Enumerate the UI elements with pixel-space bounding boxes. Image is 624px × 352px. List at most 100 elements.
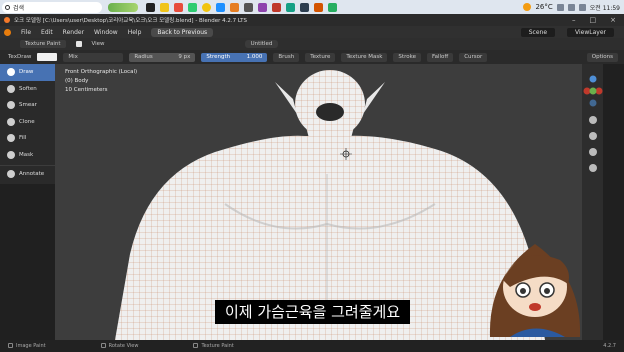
view-menu[interactable]: View — [92, 41, 105, 47]
network-icon[interactable] — [556, 3, 564, 11]
brush-name[interactable]: TexDraw — [8, 54, 31, 60]
radius-value: 9 px — [178, 54, 191, 60]
status-rotate-view: Rotate View — [100, 343, 138, 349]
falloff-dropdown[interactable]: Falloff — [426, 52, 454, 62]
viewport-header: Texture Paint View Untitled — [0, 38, 624, 50]
options-dropdown[interactable]: Options — [586, 52, 618, 62]
menu-file[interactable]: File — [21, 29, 31, 36]
texture-mask-dropdown[interactable]: Texture Mask — [341, 52, 388, 62]
radius-label: Radius — [134, 54, 153, 60]
blender-menubar: File Edit Render Window Help Back to Pre… — [0, 26, 624, 38]
tool-settings-bar: TexDraw Mix Radius 9 px Strength 1.000 B… — [0, 50, 624, 64]
menu-help[interactable]: Help — [128, 29, 142, 36]
app-icon[interactable] — [202, 2, 211, 12]
menu-render[interactable]: Render — [63, 29, 84, 36]
mouse-icon — [100, 343, 106, 348]
blender-version: 4.2.7 — [603, 343, 616, 349]
object-name: (0) Body — [65, 78, 89, 84]
volume-icon[interactable] — [567, 3, 575, 11]
strength-label: Strength — [206, 54, 231, 60]
scene-field[interactable]: Scene — [520, 27, 556, 37]
status-image-paint: Image Paint — [8, 343, 46, 349]
app-icon[interactable] — [314, 2, 323, 12]
finger-icon — [7, 101, 15, 110]
tool-label: Fill — [19, 135, 27, 142]
tool-smear[interactable]: Smear — [0, 97, 55, 114]
app-icon[interactable] — [216, 2, 225, 12]
tool-label: Smear — [19, 102, 37, 109]
3d-viewport[interactable]: Front Orthographic (Local) (0) Body 10 C… — [55, 64, 603, 340]
app-icon[interactable] — [272, 2, 281, 12]
battery-icon[interactable] — [578, 3, 586, 11]
tool-clone[interactable]: Clone — [0, 114, 55, 131]
folder-icon[interactable] — [160, 2, 169, 12]
zoom-icon[interactable] — [588, 116, 597, 124]
paint-mask-toggle[interactable] — [75, 41, 82, 47]
color-swatch[interactable] — [37, 53, 58, 61]
windows-taskbar: 검색 26°C 오전 11:59 — [0, 0, 624, 14]
mask-icon — [7, 150, 15, 159]
app-icon[interactable] — [146, 2, 155, 12]
menu-window[interactable]: Window — [94, 29, 118, 36]
tool-label: Mask — [19, 151, 34, 158]
maximize-icon[interactable]: □ — [590, 16, 597, 24]
search-label: 검색 — [13, 4, 25, 12]
window-titlebar: 오크 모델링 [C:\Users\user\Desktop\코리아교육\오크\오… — [0, 14, 624, 26]
hand-pan-icon[interactable] — [588, 132, 597, 140]
tool-draw[interactable]: Draw — [0, 64, 55, 81]
app-icon[interactable] — [258, 2, 267, 12]
blend-mode-dropdown[interactable]: Mix — [63, 52, 124, 62]
stamp-icon — [7, 117, 15, 126]
viewport-info: Front Orthographic (Local) (0) Body 10 C… — [65, 68, 137, 95]
brush-icon — [7, 68, 15, 77]
view-layer-field[interactable]: ViewLayer — [567, 27, 614, 37]
brush-dropdown[interactable]: Brush — [273, 52, 300, 62]
menu-edit[interactable]: Edit — [41, 29, 53, 36]
blender-icon[interactable] — [230, 2, 239, 12]
tool-mask[interactable]: Mask — [0, 147, 55, 164]
system-tray: 26°C 오전 11:59 — [523, 3, 624, 12]
weather-icon — [523, 3, 532, 11]
window-controls: – □ × — [572, 16, 624, 24]
app-icon[interactable] — [300, 2, 309, 12]
tool-label: Clone — [19, 118, 35, 125]
pencil-icon — [7, 169, 15, 178]
taskbar-apps — [146, 2, 337, 12]
mode-dropdown[interactable]: Texture Paint — [20, 40, 66, 48]
presenter-avatar — [489, 244, 581, 337]
bucket-icon — [7, 134, 15, 143]
cursor-dropdown[interactable]: Cursor — [459, 52, 488, 62]
stroke-dropdown[interactable]: Stroke — [393, 52, 421, 62]
clock[interactable]: 오전 11:59 — [590, 3, 620, 12]
scene-selectors: Scene ViewLayer — [520, 27, 624, 37]
texture-dropdown[interactable]: Texture — [305, 52, 336, 62]
app-icon[interactable] — [328, 2, 337, 12]
tool-annotate[interactable]: Annotate — [0, 165, 55, 182]
app-icon[interactable] — [174, 2, 183, 12]
mouse-icon — [193, 343, 199, 348]
camera-icon[interactable] — [588, 148, 597, 156]
image-selector[interactable]: Untitled — [244, 40, 279, 48]
axis-gizmo[interactable] — [583, 74, 603, 108]
video-subtitle: 이제 가슴근육을 그려줄게요 — [215, 300, 411, 324]
app-icon[interactable] — [286, 2, 295, 12]
grid-view-icon[interactable] — [588, 164, 597, 172]
strength-field[interactable]: Strength 1.000 — [201, 52, 268, 62]
app-icon[interactable] — [244, 2, 253, 12]
grid-scale: 10 Centimeters — [65, 87, 108, 93]
close-icon[interactable]: × — [610, 16, 616, 24]
radius-field[interactable]: Radius 9 px — [129, 52, 196, 62]
tool-panel: Draw Soften Smear Clone Fill Mask Annota… — [0, 64, 55, 184]
back-to-previous-button[interactable]: Back to Previous — [151, 27, 214, 37]
strength-value: 1.000 — [246, 54, 263, 60]
drop-icon — [7, 84, 15, 93]
status-bar: Image Paint Rotate View Texture Paint 4.… — [0, 340, 624, 352]
search-highlight-image — [108, 2, 138, 12]
temperature: 26°C — [535, 3, 553, 11]
tool-soften[interactable]: Soften — [0, 81, 55, 98]
minimize-icon[interactable]: – — [572, 16, 576, 24]
blender-logo-icon[interactable] — [4, 28, 11, 36]
tool-fill[interactable]: Fill — [0, 130, 55, 147]
taskbar-search-box[interactable]: 검색 — [2, 1, 102, 13]
app-icon[interactable] — [188, 2, 197, 12]
